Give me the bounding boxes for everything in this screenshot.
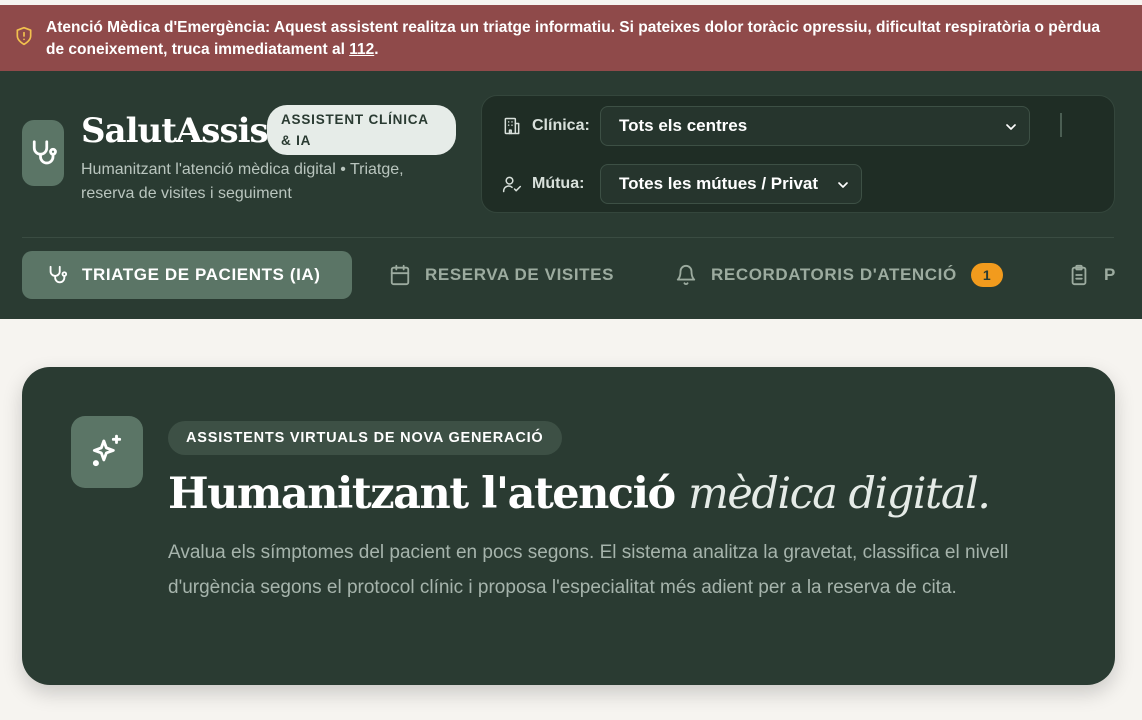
clinic-select[interactable]: Tots els centres	[600, 106, 1030, 146]
alert-end: .	[374, 41, 379, 58]
brand-tagline: Humanitzant l'atenció mèdica digital • T…	[81, 161, 404, 202]
clinic-label: Clínica:	[532, 117, 590, 134]
tab-triage-label: TRIATGE DE PACIENTS (IA)	[82, 265, 321, 284]
header-divider	[22, 237, 1114, 238]
emergency-phone-link[interactable]: 112	[349, 41, 374, 58]
user-check-icon	[502, 176, 522, 193]
shield-alert-icon	[16, 26, 32, 46]
filters-separator	[1060, 113, 1062, 137]
emergency-alert: Atenció Mèdica d'Emergència: Aquest assi…	[0, 5, 1142, 71]
hero-title-italic: mèdica digital.	[688, 469, 991, 519]
hero-icon-box	[71, 416, 143, 488]
stethoscope-icon	[49, 265, 68, 284]
hero-kicker: ASSISTENTS VIRTUALS DE NOVA GENERACIÓ	[168, 421, 562, 455]
reminders-count-badge: 1	[970, 263, 1003, 287]
insurance-filter-label: Mútua:	[502, 174, 584, 194]
tab-reminders-label: RECORDATORIS D'ATENCIÓ	[711, 265, 957, 284]
filters-panel: Clínica: Tots els centres Mútua: Totes l…	[481, 95, 1115, 213]
calendar-icon	[390, 264, 410, 286]
clinic-select-value: Tots els centres	[619, 116, 748, 135]
brand-name: SalutAssist	[81, 111, 283, 151]
tab-triage[interactable]: TRIATGE DE PACIENTS (IA)	[22, 251, 352, 299]
insurance-select[interactable]: Totes les mútues / Privat	[600, 164, 862, 204]
app-header: SalutAssist ASSISTENT CLÍNICA & IA Human…	[0, 71, 1142, 319]
hero-title: Humanitzant l'atenció mèdica digital.	[168, 469, 991, 519]
logo	[22, 120, 64, 186]
chevron-down-icon	[1006, 124, 1016, 130]
alert-text: Atenció Mèdica d'Emergència: Aquest assi…	[46, 17, 1116, 61]
tab-partial-label: P	[1104, 265, 1116, 284]
tab-partial[interactable]: P	[1068, 251, 1116, 299]
hero-description: Avalua els símptomes del pacient en pocs…	[168, 542, 1009, 598]
sparkles-icon	[92, 434, 122, 467]
bell-icon	[676, 265, 696, 286]
tab-reminders[interactable]: RECORDATORIS D'ATENCIÓ 1	[675, 251, 1003, 299]
clinic-filter-label: Clínica:	[502, 116, 590, 136]
hero-card: ASSISTENTS VIRTUALS DE NOVA GENERACIÓ Hu…	[22, 367, 1115, 685]
brand-badge: ASSISTENT CLÍNICA & IA	[267, 105, 456, 155]
alert-title: Atenció Mèdica d'Emergència:	[46, 19, 271, 36]
clipboard-icon	[1071, 264, 1087, 286]
building-icon	[504, 117, 520, 135]
stethoscope-icon	[32, 140, 57, 165]
hero-title-main: Humanitzant l'atenció	[168, 469, 689, 519]
tab-appointments[interactable]: RESERVA DE VISITES	[389, 251, 614, 299]
insurance-label: Mútua:	[532, 175, 585, 192]
chevron-down-icon	[838, 182, 848, 188]
insurance-select-value: Totes les mútues / Privat	[619, 174, 819, 193]
tab-appointments-label: RESERVA DE VISITES	[425, 265, 615, 284]
